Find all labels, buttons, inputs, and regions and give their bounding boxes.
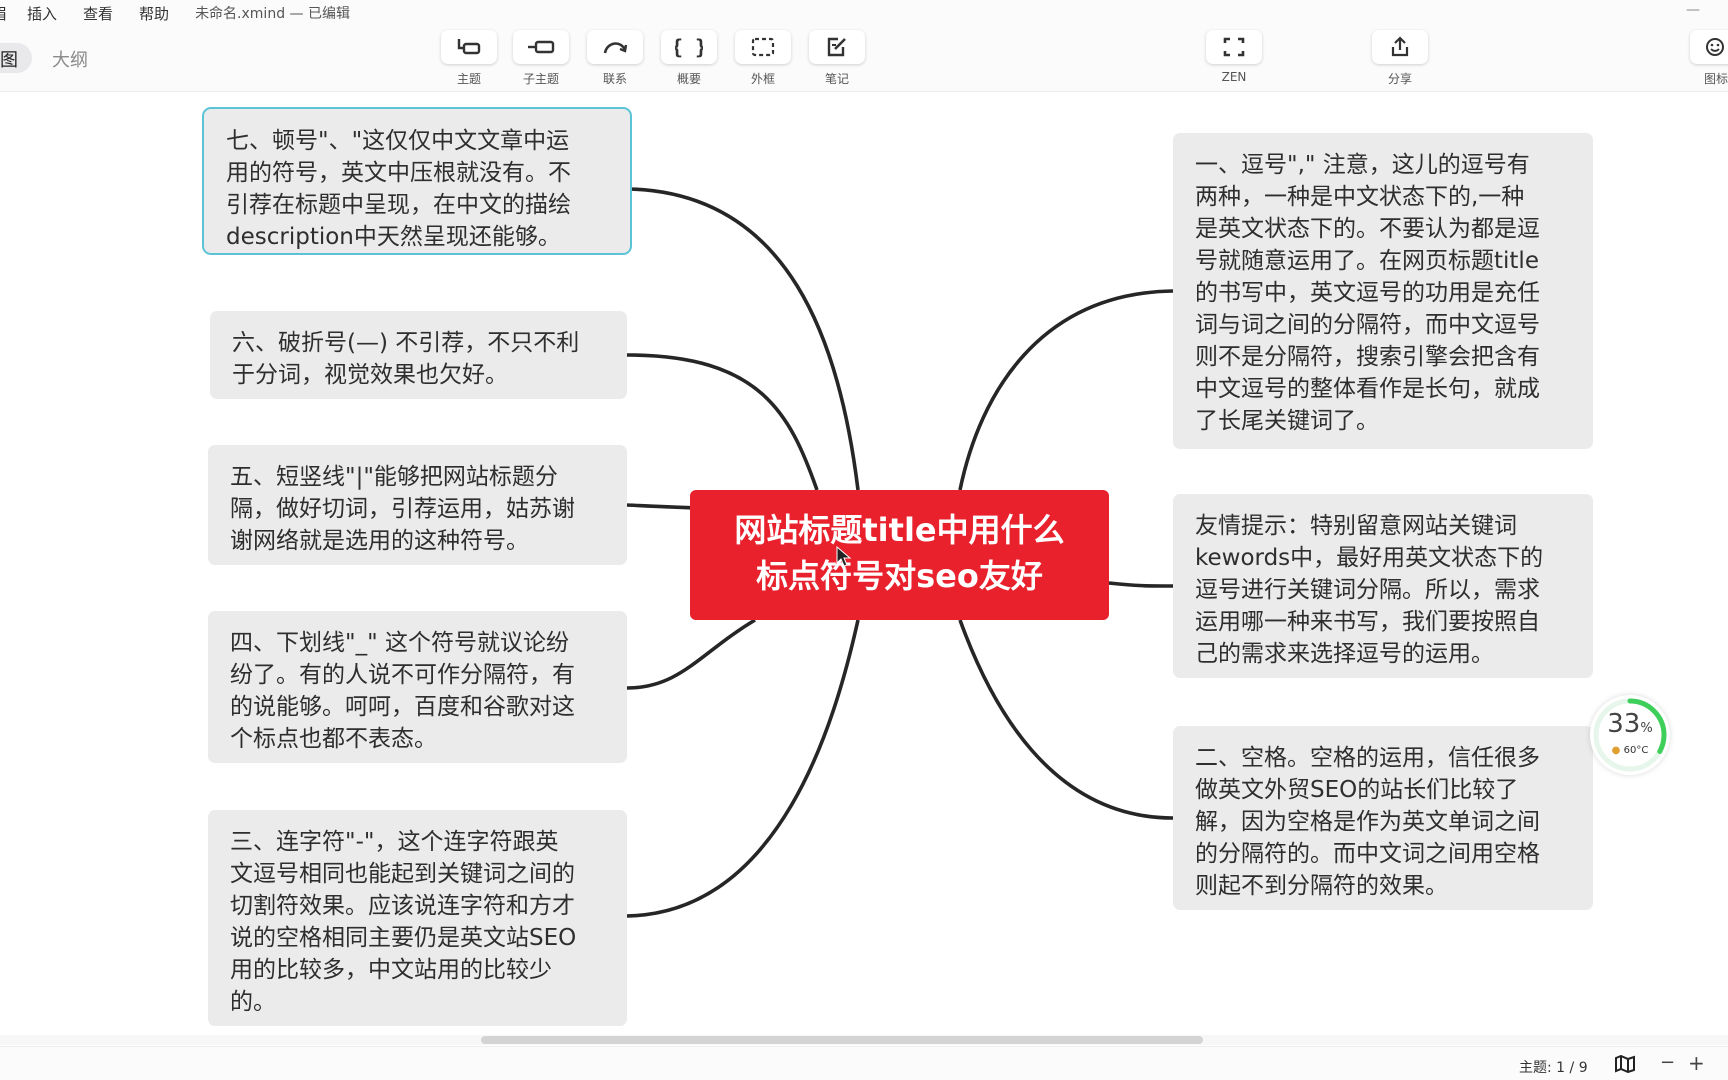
topic-line: 中文逗号的整体看作是长句，就成 (1195, 376, 1540, 402)
share-icon (1391, 36, 1409, 57)
topic-line: 二、空格。空格的运用，信任很多 (1195, 745, 1540, 771)
relationship-button[interactable]: 联系 (586, 30, 644, 87)
topic-line: 七、顿号"、"这仅仅中文文章中运 (226, 128, 570, 154)
subtopic-button[interactable]: 子主题 (512, 30, 570, 87)
topic-line: 用的符号，英文中压根就没有。不 (226, 160, 571, 186)
subtopic-label: 子主题 (522, 72, 559, 86)
cpu-percent: 33% (1607, 709, 1653, 739)
cpu-temperature: ● 60°C (1611, 745, 1649, 756)
topic-line: 的书写中，英文逗号的功用是充任 (1195, 280, 1540, 306)
central-topic-line: 标点符号对seo友好 (756, 557, 1043, 595)
topic-line: 切割符效果。应该说连字符和方才 (230, 893, 575, 919)
topic-line: 了长尾关键词了。 (1195, 408, 1379, 434)
topic-vertical-bar[interactable]: 五、短竖线"|"能够把网站标题分 隔，做好切词，引荐运用，姑苏谢 谢网络就是选用… (208, 445, 627, 565)
summary-button[interactable]: { } 概要 (660, 30, 718, 87)
file-title: 未命名.xmind — 已编辑 (195, 6, 350, 22)
status-bar: 主题: 1 / 9 − + (0, 1046, 1728, 1080)
topic-count: 主题: 1 / 9 (1519, 1060, 1588, 1076)
zen-icon (1223, 37, 1245, 57)
window-minimize-button[interactable]: — (1686, 2, 1700, 18)
topic-line: 词与词之间的分隔符，而中文逗号 (1195, 312, 1540, 338)
boundary-label: 外框 (750, 72, 775, 86)
emoji-icon (1706, 38, 1724, 56)
topic-line: 六、破折号(—) 不引荐，不只不利 (232, 330, 580, 356)
topic-line: kewords中，最好用英文状态下的 (1195, 545, 1544, 571)
topic-line: 四、下划线"_" 这个符号就议论纷 (230, 630, 569, 656)
temperature-icon: ● (1611, 745, 1621, 756)
topic-line: 己的需求来选择逗号的运用。 (1195, 641, 1494, 667)
topic-line: 友情提示：特别留意网站关键词 (1195, 513, 1517, 539)
topic-line: 三、连字符"-"，这个连字符跟英 (230, 829, 559, 855)
share-label: 分享 (1387, 72, 1412, 86)
topic-hyphen[interactable]: 三、连字符"-"，这个连字符跟英 文逗号相同也能起到关键词之间的 切割符效果。应… (208, 810, 627, 1026)
topic-line: 的分隔符的。而中文词之间用空格 (1195, 841, 1540, 867)
map-icon[interactable] (1614, 1055, 1636, 1073)
topic-line: 则不是分隔符，搜索引擎会把含有 (1195, 344, 1540, 370)
topic-underscore[interactable]: 四、下划线"_" 这个符号就议论纷 纷了。有的人说不可作分隔符，有 的说能够。呵… (208, 611, 627, 763)
summary-icon: { } (675, 35, 703, 59)
share-button[interactable]: 分享 (1371, 30, 1429, 87)
relationship-icon (603, 42, 628, 54)
topic-line: 解，因为空格是作为英文单词之间 (1195, 809, 1540, 835)
topic-line: 五、短竖线"|"能够把网站标题分 (230, 464, 558, 490)
toolbar: 图 大纲 主题 子主题 联系 { } 概要 外框 笔记 ZEN 分享 图标 (0, 26, 1728, 92)
svg-text:{ }: { } (675, 35, 703, 59)
topic-line: 运用哪一种来书写，我们要按照自 (1195, 609, 1540, 635)
note-button[interactable]: 笔记 (808, 30, 866, 87)
topic-line: 于分词，视觉效果也欠好。 (232, 362, 508, 388)
topic-label: 主题 (456, 72, 481, 86)
mindmap-canvas[interactable]: 七、顿号"、"这仅仅中文文章中运 用的符号，英文中压根就没有。不 引荐在标题中呈… (0, 93, 1728, 1035)
menu-insert[interactable]: 插入 (27, 3, 57, 24)
tab-outline[interactable]: 大纲 (52, 46, 88, 72)
summary-label: 概要 (676, 72, 701, 86)
topic-comma-dun[interactable]: 七、顿号"、"这仅仅中文文章中运 用的符号，英文中压根就没有。不 引荐在标题中呈… (202, 107, 632, 255)
topic-tip[interactable]: 友情提示：特别留意网站关键词 kewords中，最好用英文状态下的 逗号进行关键… (1173, 494, 1593, 678)
mouse-cursor-icon (836, 546, 852, 567)
topic-line: 是英文状态下的。不要认为都是逗 (1195, 216, 1540, 242)
topic-line: 个标点也都不表态。 (230, 726, 437, 752)
note-label: 笔记 (824, 72, 849, 86)
menu-bar: 眉 插入 查看 帮助 未命名.xmind — 已编辑 — (0, 0, 1728, 26)
note-icon (827, 37, 846, 57)
horizontal-scrollbar-thumb[interactable] (481, 1036, 1203, 1044)
topic-line: 的。 (230, 989, 276, 1015)
topic-dash[interactable]: 六、破折号(—) 不引荐，不只不利 于分词，视觉效果也欠好。 (210, 311, 627, 399)
topic-line: 隔，做好切词，引荐运用，姑苏谢 (230, 496, 575, 522)
topic-line: 逗号进行关键词分隔。所以，需求 (1195, 577, 1540, 603)
topic-line: 引荐在标题中呈现，在中文的描绘 (226, 192, 571, 218)
topic-line: 谢网络就是选用的这种符号。 (230, 528, 529, 554)
zoom-out-button[interactable]: − (1660, 1052, 1675, 1073)
menu-help[interactable]: 帮助 (139, 3, 169, 24)
topic-line: 用的比较多，中文站用的比较少 (230, 957, 552, 983)
zoom-in-button[interactable]: + (1688, 1051, 1705, 1075)
topic-line: 号就随意运用了。在网页标题title (1195, 248, 1539, 274)
topic-line: 文逗号相同也能起到关键词之间的 (230, 861, 575, 887)
performance-gauge[interactable]: 33% ● 60°C (1590, 695, 1670, 775)
topic-line: 说的空格相同主要仍是英文站SEO (230, 925, 577, 951)
boundary-button[interactable]: 外框 (734, 30, 792, 87)
emoji-button[interactable]: 图标 (1690, 30, 1728, 87)
topic-space[interactable]: 二、空格。空格的运用，信任很多 做英文外贸SEO的站长们比较了 解，因为空格是作… (1173, 726, 1593, 910)
tab-mindmap[interactable]: 图 (0, 43, 32, 73)
relationship-label: 联系 (602, 72, 627, 86)
topic-line: 纷了。有的人说不可作分隔符，有 (230, 662, 575, 688)
topic-icon (457, 39, 481, 55)
menu-view[interactable]: 查看 (83, 3, 113, 24)
topic-line: 两种，一种是中文状态下的,一种 (1195, 184, 1525, 210)
central-topic[interactable]: 网站标题title中用什么 标点符号对seo友好 (690, 490, 1109, 620)
menu-item-partial[interactable]: 眉 (0, 3, 7, 24)
topic-line: 则起不到分隔符的效果。 (1195, 873, 1448, 899)
topic-line: description中天然呈现还能够。 (226, 224, 561, 250)
boundary-icon (751, 37, 775, 57)
zen-label: ZEN (1221, 70, 1247, 84)
topic-line: 一、逗号"," 注意，这儿的逗号有 (1195, 152, 1530, 178)
topic-line: 做英文外贸SEO的站长们比较了 (1195, 777, 1519, 803)
zen-button[interactable]: ZEN (1205, 30, 1263, 84)
topic-line: 的说能够。呵呵，百度和谷歌对这 (230, 694, 575, 720)
subtopic-icon (528, 40, 555, 54)
topic-comma[interactable]: 一、逗号"," 注意，这儿的逗号有 两种，一种是中文状态下的,一种 是英文状态下… (1173, 133, 1593, 449)
emoji-label: 图标 (1704, 72, 1728, 86)
topic-button[interactable]: 主题 (440, 30, 498, 87)
central-topic-line: 网站标题title中用什么 (734, 511, 1065, 549)
